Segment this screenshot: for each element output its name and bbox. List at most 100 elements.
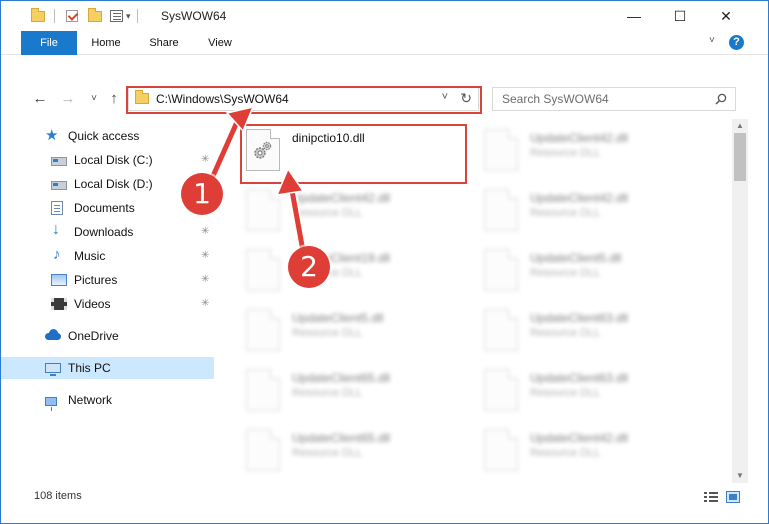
ribbon-tabs: File Home Share View ˅ ? [1, 31, 768, 55]
file-item[interactable]: UpdateClient65.dll Resource DLL [242, 423, 472, 479]
file-item[interactable]: UpdateClient5.dll Resource DLL [242, 303, 472, 359]
sidebar-item-downloads[interactable]: Downloads [51, 221, 133, 243]
tab-share[interactable]: Share [141, 31, 187, 55]
search-icon[interactable] [715, 93, 727, 105]
pin-icon[interactable]: ✳ [201, 154, 209, 165]
scroll-down-arrow-icon[interactable]: ▼ [732, 469, 748, 483]
file-type: Resource DLL [530, 207, 601, 219]
scroll-up-arrow-icon[interactable]: ▲ [732, 119, 748, 133]
search-box[interactable]: Search SysWOW64 [492, 87, 736, 111]
details-view-icon[interactable] [704, 491, 718, 503]
file-item[interactable]: UpdateClient19.dll Resource DLL [242, 243, 472, 299]
large-icons-view-icon[interactable] [726, 491, 740, 503]
title-bar: ▾ SysWOW64 — ☐ ✕ [1, 1, 768, 31]
sidebar-item-onedrive[interactable]: OneDrive [45, 325, 119, 347]
file-name: dinipctio10.dll [292, 131, 365, 145]
file-type: Resource DLL [530, 387, 601, 399]
tab-view[interactable]: View [197, 31, 243, 55]
sidebar-item-videos[interactable]: Videos [51, 293, 110, 315]
item-count: 108 items [34, 490, 82, 502]
file-name: UpdateClient42.dll [530, 131, 629, 145]
file-name: UpdateClient5.dll [530, 251, 622, 265]
file-item[interactable]: UpdateClient42.dll Resource DLL [480, 183, 710, 239]
file-name: UpdateClient65.dll [292, 371, 391, 385]
sidebar-item-label: This PC [68, 361, 111, 375]
sidebar-item-music[interactable]: Music [51, 245, 105, 267]
file-explorer-window: ▾ SysWOW64 — ☐ ✕ File Home Share View ˅ … [0, 0, 769, 524]
pin-icon[interactable]: ✳ [201, 250, 209, 261]
drive-icon [51, 181, 67, 190]
dll-file-icon [484, 189, 518, 231]
address-bar[interactable]: C:\Windows\SysWOW64 ˅ ↻ [128, 87, 479, 111]
tab-home[interactable]: Home [83, 31, 129, 55]
dll-file-icon [246, 129, 280, 171]
new-folder-icon[interactable] [88, 7, 102, 22]
recent-locations-chevron-icon[interactable]: ˅ [85, 89, 103, 109]
search-input[interactable]: Search SysWOW64 [502, 92, 609, 106]
separator [136, 9, 138, 23]
arrow-1 [210, 110, 244, 179]
vertical-scrollbar[interactable]: ▲ ▼ [732, 119, 748, 483]
maximize-button[interactable]: ☐ [657, 1, 703, 31]
step-2-marker: 2 [288, 246, 330, 288]
pin-icon[interactable]: ✳ [201, 226, 209, 237]
pin-icon[interactable]: ✳ [201, 274, 209, 285]
address-path[interactable]: C:\Windows\SysWOW64 [156, 92, 289, 106]
gear-icon [254, 141, 272, 159]
onedrive-icon [45, 329, 61, 343]
file-type: Resource DLL [292, 207, 363, 219]
status-bar: 108 items [1, 487, 768, 509]
rename-icon[interactable] [110, 10, 123, 22]
file-item[interactable]: UpdateClient42.dll Resource DLL [480, 423, 710, 479]
dll-file-icon [484, 129, 518, 171]
sidebar-item-this-pc[interactable]: This PC [1, 357, 214, 379]
sidebar-item-network[interactable]: Network [45, 389, 112, 411]
customize-qa-dropdown-icon[interactable]: ▾ [126, 11, 131, 22]
dll-file-icon [484, 429, 518, 471]
back-arrow-icon[interactable]: ← [31, 89, 49, 109]
file-item[interactable]: UpdateClient42.dll Resource DLL [242, 183, 472, 239]
file-item[interactable]: UpdateClient65.dll Resource DLL [242, 363, 472, 419]
address-dropdown-chevron-icon[interactable]: ˅ [442, 91, 448, 103]
up-arrow-icon[interactable]: ↑ [105, 89, 123, 109]
file-item[interactable]: UpdateClient42.dll Resource DLL [480, 123, 710, 179]
file-name: UpdateClient63.dll [530, 371, 629, 385]
sidebar-item-label: Network [68, 393, 113, 407]
sidebar-item-local-disk-d[interactable]: Local Disk (D:) [51, 173, 153, 195]
downloads-icon [51, 221, 67, 239]
pin-icon[interactable]: ✳ [201, 298, 209, 309]
drive-icon [51, 157, 67, 166]
sidebar-item-documents[interactable]: Documents [51, 197, 135, 219]
sidebar-item-pictures[interactable]: Pictures [51, 269, 117, 291]
refresh-icon[interactable]: ↻ [460, 90, 472, 107]
close-button[interactable]: ✕ [703, 1, 749, 31]
sidebar-item-label: Quick access [68, 129, 140, 143]
music-icon [51, 246, 67, 263]
help-icon[interactable]: ? [729, 35, 744, 50]
file-item-dinipctio10[interactable]: dinipctio10.dll [242, 123, 472, 179]
file-item[interactable]: UpdateClient5.dll Resource DLL [480, 243, 710, 299]
tab-file[interactable]: File [21, 31, 77, 55]
file-item[interactable]: UpdateClient63.dll Resource DLL [480, 363, 710, 419]
sidebar-item-quick-access[interactable]: Quick access [45, 125, 139, 147]
address-folder-icon [135, 90, 149, 104]
scrollbar-thumb[interactable] [734, 133, 746, 181]
dll-file-icon [484, 309, 518, 351]
sidebar-item-label: Downloads [74, 225, 134, 239]
file-type: Resource DLL [530, 267, 601, 279]
properties-check-icon[interactable] [66, 10, 78, 22]
folder-icon[interactable] [31, 7, 45, 22]
sidebar-item-label: Music [74, 249, 106, 263]
dll-file-icon [246, 249, 280, 291]
minimize-button[interactable]: — [611, 1, 657, 31]
file-name: UpdateClient65.dll [292, 431, 391, 445]
forward-arrow-icon[interactable]: → [59, 89, 77, 109]
sidebar-item-label: OneDrive [68, 329, 119, 343]
expand-ribbon-chevron-icon[interactable]: ˅ [709, 35, 715, 46]
file-name: UpdateClient42.dll [530, 191, 629, 205]
file-item[interactable]: UpdateClient63.dll Resource DLL [480, 303, 710, 359]
navigation-bar: ← → ˅ ↑ C:\Windows\SysWOW64 ˅ ↻ Search S… [1, 86, 768, 112]
sidebar-item-local-disk-c[interactable]: Local Disk (C:) [51, 149, 153, 171]
dll-file-icon [246, 429, 280, 471]
dll-file-icon [246, 309, 280, 351]
